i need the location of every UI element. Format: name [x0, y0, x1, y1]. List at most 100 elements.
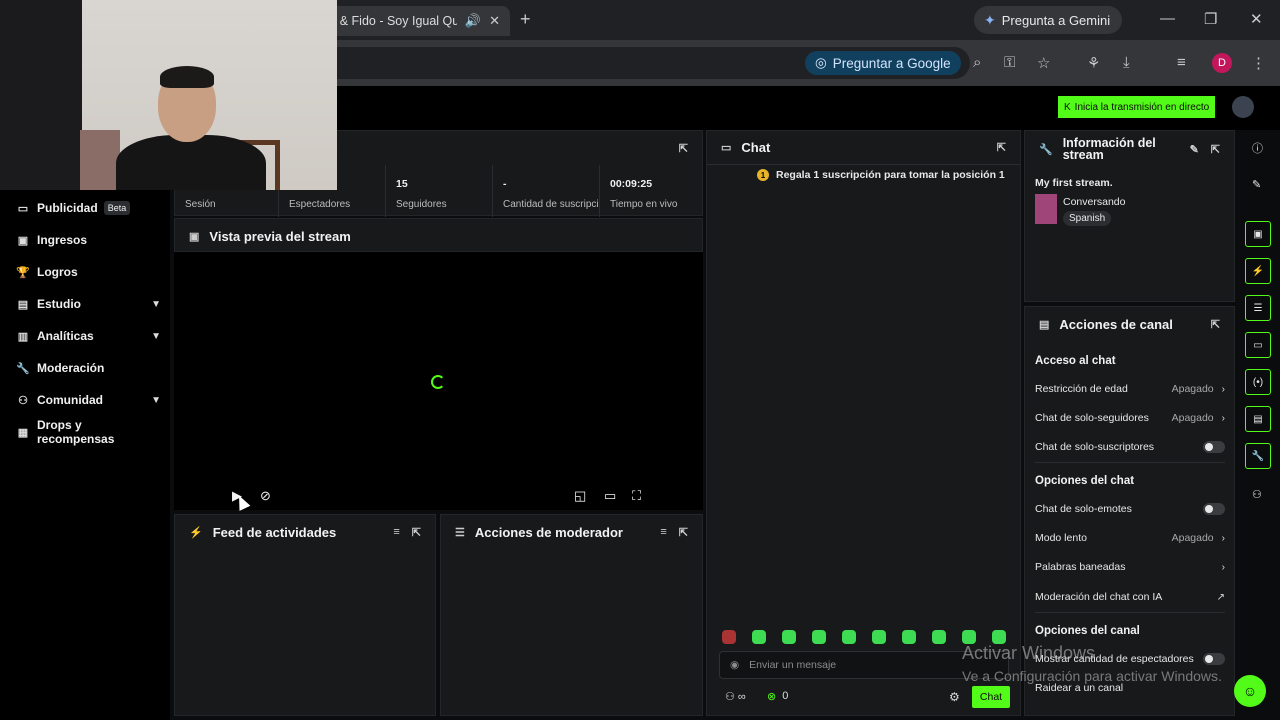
chart-icon: ▥ — [17, 330, 29, 343]
sidebar-item-estudio[interactable]: ▤ Estudio ▼ — [16, 294, 161, 314]
chevron-down-icon: ▼ — [151, 298, 161, 310]
panel-title: Feed de actividades — [212, 524, 337, 540]
filter-icon[interactable]: ≡ — [660, 526, 666, 538]
community-icon: ⚇ — [18, 394, 28, 407]
banned-words-row[interactable]: Palabras baneadas › — [1035, 558, 1225, 576]
emote-icon[interactable] — [902, 630, 916, 644]
profile-avatar[interactable]: D — [1212, 53, 1232, 73]
info-icon[interactable]: ⓘ — [1252, 140, 1263, 156]
key-icon[interactable]: ⚿ — [1004, 54, 1015, 71]
sidebar-item-moderacion[interactable]: 🔧 Moderación — [16, 358, 161, 378]
emote-icon[interactable] — [752, 630, 766, 644]
panel-title: Chat — [741, 140, 771, 155]
mute-icon[interactable]: ⊘ — [260, 488, 271, 504]
stat-label: Cantidad de suscripciones — [503, 199, 599, 210]
media-icon[interactable]: ≡ — [1177, 54, 1186, 71]
emote-icon[interactable] — [932, 630, 946, 644]
subs-only-toggle[interactable] — [1203, 441, 1225, 453]
rail-broadcast-button[interactable]: (•) — [1245, 369, 1271, 395]
row-label: Chat de solo-seguidores — [1035, 412, 1149, 424]
speaker-icon[interactable]: 🔊 — [465, 13, 481, 29]
chevron-right-icon: › — [1221, 532, 1225, 544]
emote-icon[interactable] — [992, 630, 1006, 644]
ask-google-button[interactable]: ◎ Preguntar a Google — [805, 51, 961, 75]
channel-options-header: Opciones del canal — [1035, 625, 1140, 637]
edit-icon[interactable]: ✎ — [1190, 143, 1199, 156]
rail-stream-info-button[interactable]: 🔧 — [1245, 443, 1271, 469]
emote-icon[interactable] — [842, 630, 856, 644]
sidebar-item-label: Drops y recompensas — [37, 418, 115, 446]
zoom-icon[interactable]: ⌕ — [973, 54, 981, 71]
restore-icon[interactable]: ❐ — [1204, 10, 1217, 28]
rail-channel-actions-button[interactable]: ▤ — [1245, 406, 1271, 432]
followers-only-row[interactable]: Chat de solo-seguidores Apagado › — [1035, 409, 1225, 427]
pip-icon[interactable]: ◱ — [574, 488, 586, 504]
emote-icon[interactable] — [722, 630, 736, 644]
gear-icon[interactable]: ⚙ — [949, 690, 960, 704]
chat-access-header: Acceso al chat — [1035, 355, 1116, 367]
webcam-background — [0, 0, 82, 190]
popout-icon[interactable]: ⇱ — [679, 142, 688, 155]
user-avatar[interactable] — [1232, 96, 1254, 118]
row-label: Modo lento — [1035, 532, 1087, 544]
gemini-button[interactable]: ✦ Pregunta a Gemini — [974, 6, 1123, 34]
ai-moderation-row[interactable]: Moderación del chat con IA ↗ — [1035, 588, 1225, 606]
new-tab-icon[interactable]: + — [520, 9, 531, 30]
emote-icon[interactable] — [782, 630, 796, 644]
close-tab-icon[interactable]: ✕ — [489, 13, 500, 29]
minimize-icon[interactable]: — — [1160, 10, 1175, 27]
popout-icon[interactable]: ⇱ — [997, 141, 1006, 154]
popout-icon[interactable]: ⇱ — [412, 526, 421, 539]
sidebar-item-analiticas[interactable]: ▥ Analíticas ▼ — [16, 326, 161, 346]
close-window-icon[interactable]: ✕ — [1250, 10, 1263, 28]
help-chat-button[interactable]: ☺ — [1234, 675, 1266, 707]
go-live-button[interactable]: K Inicia la transmisión en directo — [1058, 96, 1216, 118]
browser-tab[interactable]: s & Fido - Soy Igual Qu 🔊 ✕ — [320, 6, 510, 36]
add-widget-icon[interactable]: ⚇ — [1252, 488, 1262, 501]
layout-icon: ▤ — [17, 298, 29, 311]
emote-icon[interactable] — [812, 630, 826, 644]
emote-icon[interactable] — [872, 630, 886, 644]
sidebar-item-label: Publicidad — [37, 201, 98, 215]
bolt-icon: ⚡ — [189, 526, 203, 539]
show-viewers-toggle[interactable] — [1203, 653, 1225, 665]
sidebar-item-comunidad[interactable]: ⚇ Comunidad ▼ — [16, 390, 161, 410]
fullscreen-icon[interactable]: ⛶ — [632, 488, 641, 504]
webcam-overlay — [0, 0, 337, 190]
menu-icon[interactable]: ⋮ — [1251, 54, 1266, 72]
popout-icon[interactable]: ⇱ — [1211, 143, 1220, 156]
rail-activity-button[interactable]: ⚡ — [1245, 258, 1271, 284]
age-restriction-row[interactable]: Restricción de edad Apagado › — [1035, 380, 1225, 398]
filter-icon[interactable]: ≡ — [393, 526, 399, 538]
viewer-count: ⊗ 0 — [767, 690, 788, 703]
send-chat-button[interactable]: Chat — [972, 686, 1010, 708]
emote-icon[interactable] — [962, 630, 976, 644]
rail-chat-button[interactable]: ▭ — [1245, 332, 1271, 358]
extensions-icon[interactable]: ⚘ — [1087, 54, 1100, 72]
rail-preview-button[interactable]: ▣ — [1245, 221, 1271, 247]
edit-icon[interactable]: ✎ — [1252, 178, 1261, 191]
rail-modactions-button[interactable]: ☰ — [1245, 295, 1271, 321]
stat-label: Tiempo en vivo — [610, 199, 678, 210]
sidebar-item-label: Comunidad — [37, 393, 103, 407]
popout-icon[interactable]: ⇱ — [1211, 318, 1220, 331]
sidebar-item-logros[interactable]: 🏆 Logros — [16, 262, 161, 282]
panel-title: Acciones de canal — [1059, 316, 1173, 332]
sidebar-item-ingresos[interactable]: ▣ Ingresos — [16, 230, 161, 250]
theater-icon[interactable]: ▭ — [604, 488, 616, 504]
row-label: Restricción de edad — [1035, 383, 1128, 395]
sidebar-item-drops[interactable]: ▦ Drops y recompensas — [16, 418, 161, 446]
stream-video[interactable]: ▶ ⊘ ◱ ▭ ⛶ — [174, 252, 703, 510]
bookmark-star-icon[interactable]: ☆ — [1037, 54, 1050, 72]
infinity-icon[interactable]: ⚇ ∞ — [725, 690, 746, 703]
slow-mode-row[interactable]: Modo lento Apagado › — [1035, 529, 1225, 547]
emotes-only-toggle[interactable] — [1203, 503, 1225, 515]
activation-watermark: Activar Windows — [962, 643, 1096, 663]
download-icon[interactable]: ⤓ — [1123, 54, 1130, 71]
monitor-icon: ▣ — [189, 230, 200, 243]
category-name: Conversando — [1063, 196, 1126, 208]
pinned-message[interactable]: 1 Regala 1 suscripción para tomar la pos… — [757, 169, 1005, 181]
emoji-icon[interactable]: ◉ — [730, 659, 739, 671]
sidebar-item-publicidad[interactable]: ▭ Publicidad Beta — [16, 198, 161, 218]
popout-icon[interactable]: ⇱ — [679, 526, 688, 539]
